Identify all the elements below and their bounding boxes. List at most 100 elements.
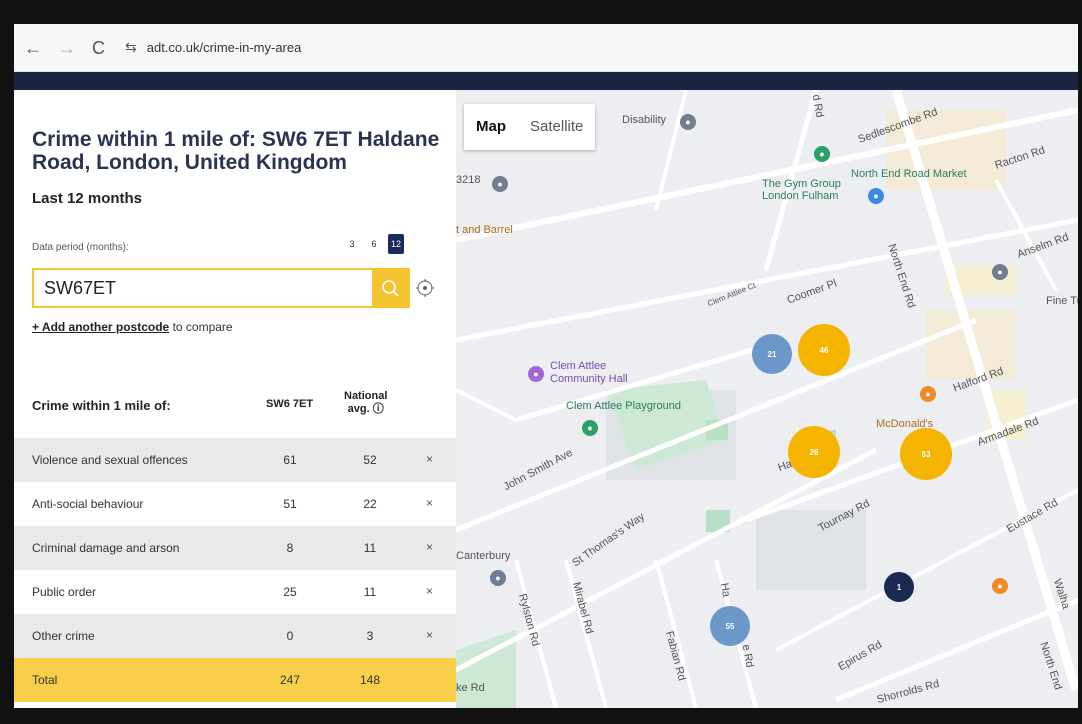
screen-frame-top xyxy=(0,0,1082,24)
poi-marker-icon[interactable]: ● xyxy=(680,114,696,130)
screen-frame-bottom xyxy=(0,708,1082,724)
remove-row-icon[interactable]: × xyxy=(426,540,433,554)
header-crime-type: Crime within 1 mile of: xyxy=(32,398,171,413)
remove-row-icon[interactable]: × xyxy=(426,584,433,598)
crime-cluster-26[interactable]: 26 xyxy=(788,426,840,478)
playground-marker-icon[interactable]: ● xyxy=(582,420,598,436)
gym-marker-icon[interactable]: ● xyxy=(814,146,830,162)
community-hall-icon[interactable]: ● xyxy=(528,366,544,382)
postcode-search xyxy=(32,268,410,308)
map-label-canterbury: Canterbury xyxy=(456,550,511,562)
total-label: Total xyxy=(32,673,58,687)
row-label: Violence and sexual offences xyxy=(32,453,188,467)
table-row: Anti-social behaviour 51 22 × xyxy=(14,482,456,526)
locate-icon[interactable] xyxy=(416,279,434,297)
map-label-playground: Clem Attlee Playground xyxy=(566,400,681,412)
restaurant-marker-icon[interactable]: ● xyxy=(920,386,936,402)
row-local-value: 61 xyxy=(283,453,297,467)
info-icon[interactable]: ⓘ xyxy=(373,403,384,415)
row-national-value: 22 xyxy=(363,497,377,511)
crime-cluster-63[interactable]: 63 xyxy=(900,428,952,480)
remove-row-icon[interactable]: × xyxy=(426,628,433,642)
poi-marker-icon[interactable]: ● xyxy=(492,176,508,192)
table-row: Other crime 0 3 × xyxy=(14,614,456,658)
map-label-market: North End Road Market xyxy=(851,168,967,180)
poi-marker-icon[interactable]: ● xyxy=(992,264,1008,280)
cluster-count: 46 xyxy=(819,345,829,355)
header-national-line1: National xyxy=(344,390,388,402)
cluster-count: 55 xyxy=(725,621,735,631)
row-national-value: 52 xyxy=(363,453,377,467)
map-label-barrel: t and Barrel xyxy=(456,224,513,236)
map-type-toggle: Map Satellite xyxy=(464,104,596,150)
crime-cluster-55[interactable]: 55 xyxy=(710,606,750,646)
add-postcode-link[interactable]: + Add another postcode xyxy=(32,320,169,334)
row-label: Anti-social behaviour xyxy=(32,497,144,511)
back-icon[interactable]: ← xyxy=(24,39,42,57)
period-subtitle: Last 12 months xyxy=(32,190,143,207)
browser-toolbar: ← → C ⇆ adt.co.uk/crime-in-my-area xyxy=(14,24,1078,72)
period-option-12[interactable]: 12 xyxy=(388,234,404,254)
site-header-bar xyxy=(14,72,1078,90)
crime-cluster-1[interactable]: 1 xyxy=(884,572,914,602)
total-local-value: 247 xyxy=(279,673,301,687)
table-row: Criminal damage and arson 8 11 × xyxy=(14,526,456,570)
address-bar[interactable]: ⇆ adt.co.uk/crime-in-my-area xyxy=(125,39,301,56)
cluster-count: 21 xyxy=(767,349,777,359)
row-national-value: 11 xyxy=(363,541,377,555)
header-national: National avg. ⓘ xyxy=(344,390,387,416)
search-icon xyxy=(382,280,399,297)
total-national-value: 148 xyxy=(359,673,381,687)
row-label: Criminal damage and arson xyxy=(32,541,180,555)
map-label-disability: Disability xyxy=(622,114,667,126)
crime-cluster-21[interactable]: 21 xyxy=(752,334,792,374)
postcode-input[interactable] xyxy=(34,271,373,305)
total-row: Total 247 148 xyxy=(14,658,456,702)
crime-table: Crime within 1 mile of: SW6 7ET National… xyxy=(14,380,456,702)
poi-marker-icon[interactable]: ● xyxy=(490,570,506,586)
map-type-satellite[interactable]: Satellite xyxy=(518,104,595,150)
table-header: Crime within 1 mile of: SW6 7ET National… xyxy=(14,380,456,438)
map-type-map[interactable]: Map xyxy=(464,104,518,150)
row-national-value: 3 xyxy=(366,629,374,643)
map-label-hall: Clem Attlee Community Hall xyxy=(550,360,628,385)
row-local-value: 0 xyxy=(286,629,294,643)
row-local-value: 25 xyxy=(283,585,297,599)
forward-icon[interactable]: → xyxy=(58,39,76,57)
cluster-count: 1 xyxy=(896,582,902,592)
header-national-line2: avg. xyxy=(347,403,370,415)
add-postcode-row: + Add another postcode to compare xyxy=(32,320,233,334)
table-row: Violence and sexual offences 61 52 × xyxy=(14,438,456,482)
cluster-count: 26 xyxy=(809,447,819,457)
map-label-road-number: 3218 xyxy=(456,174,481,186)
period-option-3[interactable]: 3 xyxy=(344,234,360,254)
period-label: Data period (months): xyxy=(32,242,129,253)
row-local-value: 8 xyxy=(286,541,294,555)
remove-row-icon[interactable]: × xyxy=(426,452,433,466)
row-local-value: 51 xyxy=(283,497,297,511)
search-button[interactable] xyxy=(372,270,408,306)
period-option-6[interactable]: 6 xyxy=(366,234,382,254)
restaurant-marker-icon[interactable]: ● xyxy=(992,578,1008,594)
url-text[interactable]: adt.co.uk/crime-in-my-area xyxy=(147,40,302,55)
row-label: Public order xyxy=(32,585,97,599)
remove-row-icon[interactable]: × xyxy=(426,496,433,510)
map-label-ha-rd: Ha xyxy=(717,582,733,598)
header-local: SW6 7ET xyxy=(266,398,314,410)
shopping-marker-icon[interactable]: ● xyxy=(868,188,884,204)
row-label: Other crime xyxy=(32,629,95,643)
crime-cluster-46[interactable]: 46 xyxy=(798,324,850,376)
map-label-gym: The Gym Group London Fulham xyxy=(762,178,841,202)
cluster-count: 63 xyxy=(921,449,931,459)
row-national-value: 11 xyxy=(363,585,377,599)
add-postcode-suffix: to compare xyxy=(169,320,233,334)
table-row: Public order 25 11 × xyxy=(14,570,456,614)
site-settings-icon[interactable]: ⇆ xyxy=(125,39,137,56)
crime-panel: Crime within 1 mile of: SW6 7ET Haldane … xyxy=(14,90,456,708)
reload-icon[interactable]: C xyxy=(92,39,105,57)
period-selector: 3 6 12 xyxy=(344,234,404,254)
map-label-ke-rd: ke Rd xyxy=(456,682,485,694)
crime-map[interactable]: Map Satellite Disability 3218 t and Barr… xyxy=(456,90,1078,708)
page-title: Crime within 1 mile of: SW6 7ET Haldane … xyxy=(32,128,440,174)
map-label-fine: Fine Tu xyxy=(1046,295,1078,307)
